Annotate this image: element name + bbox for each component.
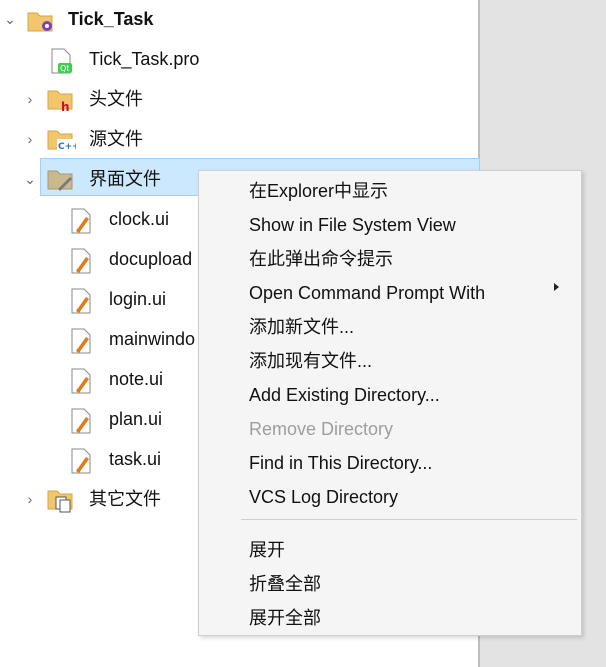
tree-item-label: clock.ui <box>109 209 170 229</box>
menu-item-open-command-prompt[interactable]: 在此弹出命令提示 <box>249 242 393 276</box>
tree-item-label: mainwindo <box>109 329 196 349</box>
tree-item-label: note.ui <box>109 369 164 389</box>
tree-item-label: Tick_Task.pro <box>89 49 200 69</box>
svg-text:h: h <box>61 100 70 113</box>
project-gear-folder-icon <box>26 7 54 33</box>
tree-item-ui-file[interactable]: plan.ui <box>0 400 200 438</box>
tree-item-headers[interactable]: › h 头文件 <box>0 80 480 118</box>
tree-item-label: docupload <box>109 249 193 269</box>
tree-item-label: 界面文件 <box>89 169 161 189</box>
tree-item-other[interactable]: › 其它文件 <box>0 480 200 518</box>
menu-item-show-in-file-system-view[interactable]: Show in File System View <box>249 208 456 242</box>
menu-item-show-in-explorer[interactable]: 在Explorer中显示 <box>249 174 388 208</box>
ui-file-pencil-icon <box>68 247 96 274</box>
menu-item-add-new-file[interactable]: 添加新文件... <box>249 310 354 344</box>
menu-item-expand-all[interactable]: 展开全部 <box>249 601 321 635</box>
menu-item-expand[interactable]: 展开 <box>249 533 285 567</box>
tree-item-label: 源文件 <box>89 129 143 149</box>
chevron-down-icon[interactable]: ⌄ <box>2 0 18 38</box>
tree-item-pro-file[interactable]: Qt Tick_Task.pro <box>0 40 480 78</box>
qt-pro-file-icon: Qt <box>48 47 76 74</box>
tree-root-project[interactable]: ⌄ Tick_Task <box>0 0 480 38</box>
menu-item-open-command-prompt-with[interactable]: Open Command Prompt With <box>249 276 485 310</box>
ui-file-pencil-icon <box>68 447 96 474</box>
tree-item-label: 其它文件 <box>89 489 161 509</box>
tree-item-ui-file[interactable]: note.ui <box>0 360 200 398</box>
tree-item-label: 头文件 <box>89 89 143 109</box>
ui-folder-icon <box>46 167 74 193</box>
tree-item-ui-file[interactable]: mainwindo <box>0 320 200 358</box>
tree-item-label: plan.ui <box>109 409 163 429</box>
submenu-arrow-icon <box>554 283 559 291</box>
menu-item-remove-directory: Remove Directory <box>249 419 394 439</box>
menu-separator <box>241 519 577 520</box>
tree-item-ui-file[interactable]: clock.ui <box>0 200 200 238</box>
ui-file-pencil-icon <box>68 327 96 354</box>
menu-item-find-in-directory[interactable]: Find in This Directory... <box>249 446 432 480</box>
chevron-right-icon[interactable]: › <box>22 480 38 518</box>
svg-text:C++: C++ <box>58 142 76 152</box>
context-menu: 在Explorer中显示 Show in File System View 在此… <box>198 170 582 636</box>
menu-item-vcs-log-directory[interactable]: VCS Log Directory <box>249 480 398 514</box>
svg-text:Qt: Qt <box>60 64 69 73</box>
chevron-right-icon[interactable]: › <box>22 80 38 118</box>
ui-file-pencil-icon <box>68 207 96 234</box>
tree-item-label: task.ui <box>109 449 162 469</box>
chevron-right-icon[interactable]: › <box>22 120 38 158</box>
menu-item-add-existing-files[interactable]: 添加现有文件... <box>249 344 372 378</box>
tree-item-ui-file[interactable]: docupload <box>0 240 200 278</box>
project-name: Tick_Task <box>68 9 154 29</box>
ui-file-pencil-icon <box>68 367 96 394</box>
ui-file-pencil-icon <box>68 407 96 434</box>
other-files-folder-icon <box>46 487 74 513</box>
tree-item-ui-file[interactable]: task.ui <box>0 440 200 478</box>
ui-file-pencil-icon <box>68 287 96 314</box>
cpp-folder-icon: C++ <box>46 127 80 153</box>
menu-item-collapse-all[interactable]: 折叠全部 <box>249 567 321 601</box>
tree-item-sources[interactable]: › C++ 源文件 <box>0 120 480 158</box>
tree-item-label: login.ui <box>109 289 167 309</box>
tree-item-ui-file[interactable]: login.ui <box>0 280 200 318</box>
chevron-down-icon[interactable]: ⌄ <box>22 160 38 198</box>
menu-item-add-existing-directory[interactable]: Add Existing Directory... <box>249 378 440 412</box>
header-folder-icon: h <box>46 87 74 114</box>
